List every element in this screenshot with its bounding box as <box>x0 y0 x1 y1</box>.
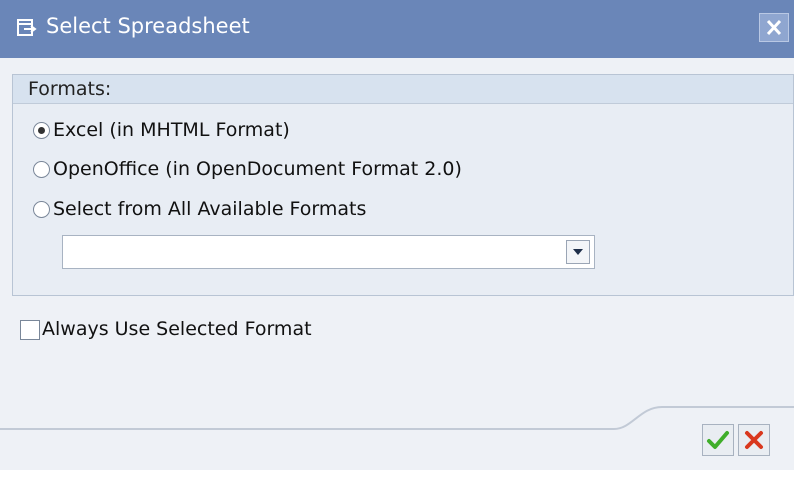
always-use-label: Always Use Selected Format <box>42 318 312 340</box>
dialog-title: Select Spreadsheet <box>46 14 250 38</box>
radio-label-all-formats: Select from All Available Formats <box>53 198 367 220</box>
formats-group: Formats: Excel (in MHTML Format) OpenOff… <box>12 74 794 296</box>
formats-label: Formats: <box>28 78 112 100</box>
radio-button[interactable] <box>33 201 50 218</box>
confirm-button[interactable] <box>702 424 734 456</box>
window-export-icon <box>17 18 37 38</box>
radio-button[interactable] <box>33 161 50 178</box>
radio-label-openoffice: OpenOffice (in OpenDocument Format 2.0) <box>53 158 462 180</box>
close-button[interactable] <box>759 13 789 42</box>
always-use-checkbox[interactable] <box>20 320 40 340</box>
background-strip <box>0 470 794 483</box>
radio-label-excel: Excel (in MHTML Format) <box>53 119 290 141</box>
formats-header: Formats: <box>13 75 793 104</box>
title-bar[interactable]: Select Spreadsheet <box>0 0 794 58</box>
radio-button[interactable] <box>33 122 50 139</box>
format-dropdown[interactable] <box>62 235 595 269</box>
dropdown-arrow-button[interactable] <box>566 240 590 264</box>
cancel-button[interactable] <box>738 424 770 456</box>
select-spreadsheet-dialog: Select Spreadsheet Formats: Excel (in MH… <box>0 0 794 483</box>
radio-selected-dot <box>38 127 45 134</box>
